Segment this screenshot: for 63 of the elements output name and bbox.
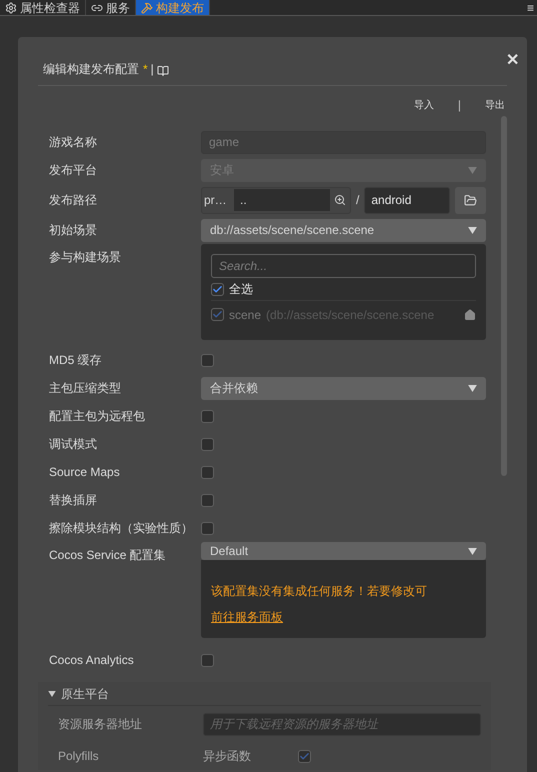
checkbox[interactable] (201, 654, 214, 666)
checkbox[interactable] (201, 466, 214, 478)
open-folder-button[interactable] (455, 186, 486, 214)
checkbox[interactable] (298, 750, 311, 762)
option-label: 异步函数 (203, 748, 252, 765)
title-separator: | (150, 61, 154, 78)
path-field[interactable]: .. (234, 189, 330, 211)
dropdown-arrow-icon (468, 166, 477, 174)
gear-icon (5, 2, 17, 14)
field-label: 参与构建场景 (49, 249, 122, 266)
dropdown-arrow-icon (468, 384, 477, 392)
field-label: Cocos Analytics (49, 652, 135, 669)
checkbox[interactable] (211, 282, 224, 296)
field-label: 资源服务器地址 (58, 716, 143, 733)
dropdown-arrow-icon (468, 226, 477, 234)
field-label: 发布平台 (49, 162, 98, 179)
field-label: 调试模式 (49, 436, 98, 453)
field-label: 初始场景 (49, 222, 98, 239)
dropdown[interactable]: Default (201, 542, 486, 560)
section-header[interactable]: 原生平台 (48, 682, 481, 706)
checkbox[interactable] (201, 354, 214, 366)
tab[interactable]: 属性检查器 (0, 0, 86, 15)
field-label: MD5 缓存 (49, 352, 103, 369)
search-field[interactable]: Search... (211, 254, 476, 278)
export-button[interactable]: 导出 (485, 98, 505, 112)
scene-name: scene (229, 306, 262, 324)
close-button[interactable]: ✕ (506, 49, 519, 73)
checkbox[interactable] (201, 522, 214, 534)
action-separator: | (458, 97, 461, 114)
dropdown[interactable]: db://assets/scene/scene.scene (201, 218, 486, 242)
field-label: 发布路径 (49, 192, 98, 209)
expand-arrow-icon (48, 690, 56, 696)
menu-button[interactable]: ≡ (524, 0, 537, 15)
service-message: 该配置集没有集成任何服务！若要修改可 前往服务面板 (211, 583, 428, 626)
dropdown[interactable]: 合并依赖 (201, 376, 486, 400)
import-button[interactable]: 导入 (414, 98, 434, 112)
field-label: 配置主包为远程包 (49, 408, 146, 425)
modified-mark: * (143, 61, 148, 78)
dropdown-arrow-icon (468, 548, 477, 554)
book-icon[interactable] (156, 65, 169, 77)
text-field[interactable]: game (201, 130, 486, 154)
hammer-icon (141, 2, 153, 14)
home-icon (464, 308, 476, 320)
field-label: 游戏名称 (49, 134, 98, 151)
field-label: 擦除模块结构（实验性质） (49, 520, 194, 537)
checkbox[interactable] (201, 438, 214, 450)
server-address-field[interactable]: 用于下载远程资源的服务器地址 (203, 712, 481, 736)
service-panel-link[interactable]: 前往服务面板 (211, 610, 283, 624)
field-label: 主包压缩类型 (49, 380, 122, 397)
search-icon[interactable] (334, 194, 346, 206)
folder-icon (464, 194, 478, 206)
checkbox[interactable] (201, 410, 214, 422)
folder-field[interactable]: android (364, 186, 450, 214)
path-separator: / (356, 192, 360, 209)
select-all-label: 全选 (229, 281, 253, 298)
field-label: 替换插屏 (49, 492, 98, 509)
dialog-title: 编辑构建发布配置 (43, 61, 139, 78)
field-label: Cocos Service 配置集 (49, 547, 167, 564)
checkbox[interactable] (201, 494, 214, 506)
field-label: Source Maps (49, 464, 121, 481)
field-label: Polyfills (58, 748, 100, 765)
checkbox[interactable] (211, 308, 224, 321)
path-prefix: pr… (203, 192, 228, 209)
